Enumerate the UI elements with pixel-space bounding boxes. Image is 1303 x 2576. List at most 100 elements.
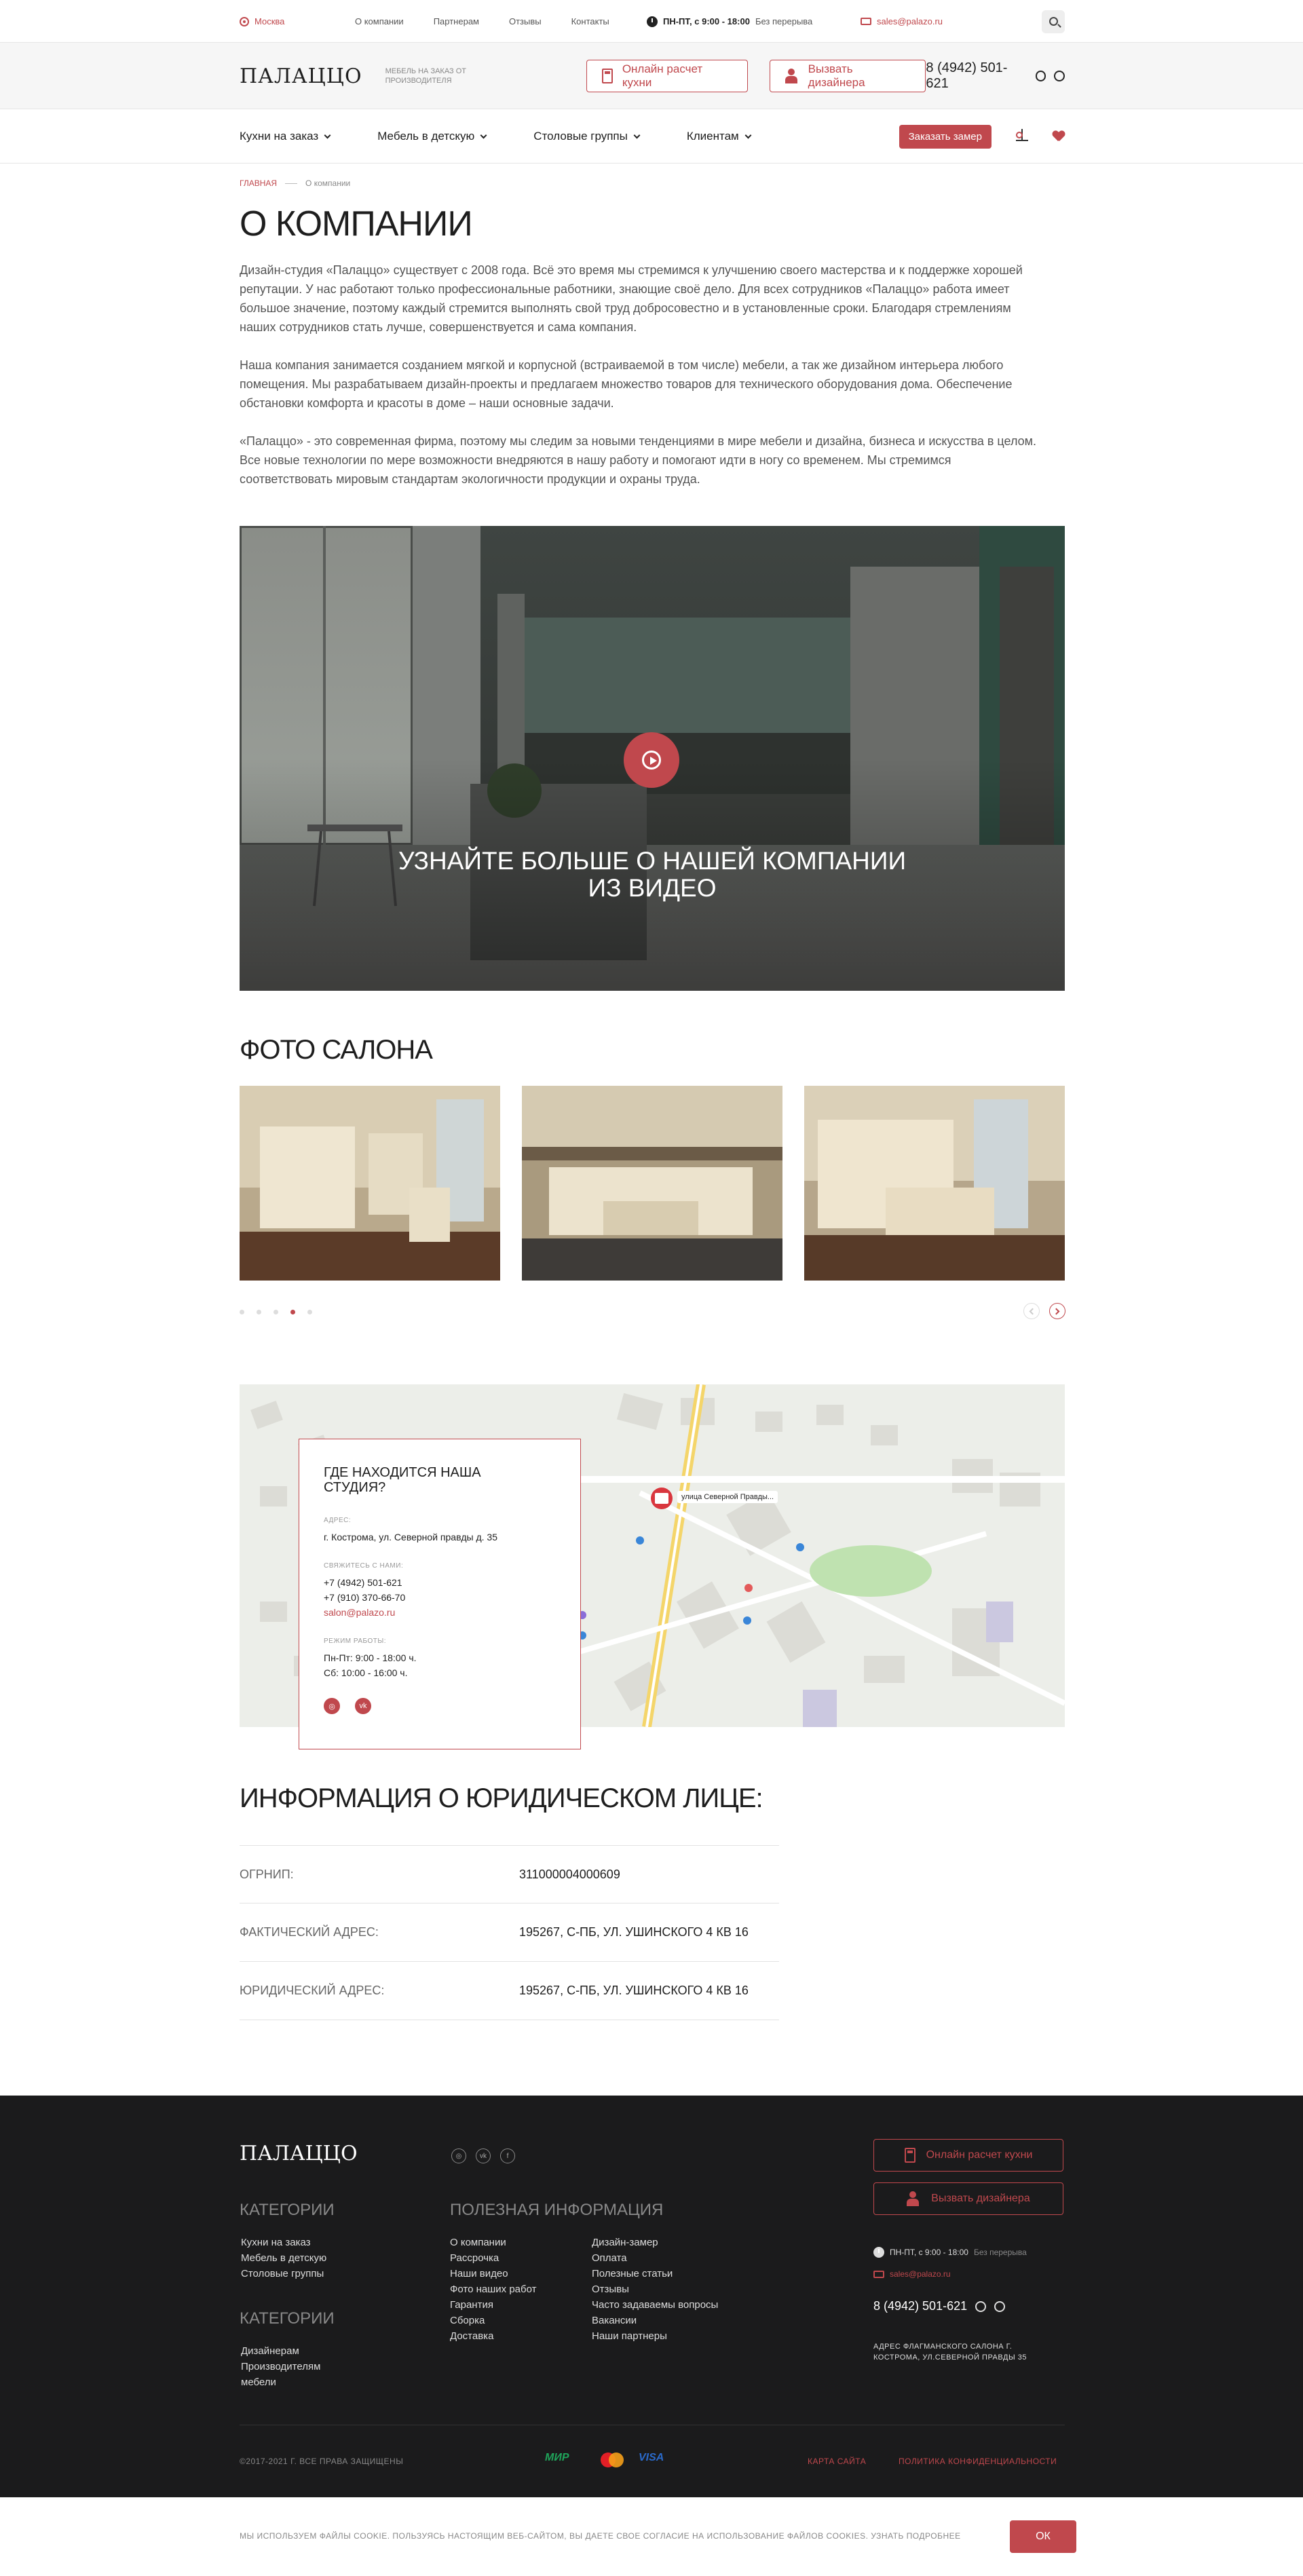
nav-kitchens[interactable]: Кухни на заказ <box>240 130 331 143</box>
visa-logo: VISA <box>639 2452 664 2463</box>
studio-info-title: ГДЕ НАХОДИТСЯ НАША СТУДИЯ? <box>324 1465 481 1495</box>
nav-kids-furniture[interactable]: Мебель в детскую <box>377 130 487 143</box>
legal-row: ФАКТИЧЕСКИЙ АДРЕС: 195267, С-ПБ, ул. Уши… <box>240 1903 779 1962</box>
topnav-reviews[interactable]: Отзывы <box>509 16 542 26</box>
call-designer-button[interactable]: Вызвать дизайнера <box>770 60 926 92</box>
topnav-partners[interactable]: Партнерам <box>434 16 479 26</box>
city-label: Москва <box>254 16 285 26</box>
footer-link[interactable]: Полезные статьи <box>592 2266 718 2281</box>
online-calc-label: Онлайн расчет кухни <box>622 62 703 89</box>
salon-photo[interactable] <box>240 1086 500 1281</box>
whatsapp-icon[interactable] <box>975 2300 987 2312</box>
video-title-line: УЗНАЙТЕ БОЛЬШЕ О НАШЕЙ КОМПАНИИ <box>398 847 907 875</box>
footer-link[interactable]: О компании <box>450 2235 537 2250</box>
nav-kids-label: Мебель в детскую <box>377 130 475 143</box>
footer-call-designer-button[interactable]: Вызвать дизайнера <box>873 2182 1063 2215</box>
footer-logo[interactable]: ПАЛАЦЦО <box>240 2142 358 2165</box>
carousel-prev-button[interactable] <box>1023 1303 1040 1319</box>
footer-link[interactable]: Рассрочка <box>450 2250 537 2266</box>
footer-categories2-list: Дизайнерам Производителям мебели <box>241 2343 320 2390</box>
company-video[interactable]: УЗНАЙТЕ БОЛЬШЕ О НАШЕЙ КОМПАНИИ ИЗ ВИДЕО <box>240 526 1065 991</box>
favorites-heart-icon[interactable] <box>1053 131 1065 142</box>
footer-link[interactable]: Оплата <box>592 2250 718 2266</box>
search-button[interactable] <box>1042 10 1065 33</box>
footer-link[interactable]: Наши видео <box>450 2266 537 2281</box>
footer-link[interactable]: Сборка <box>450 2313 537 2328</box>
carousel-dot[interactable] <box>273 1310 278 1314</box>
carousel-dot[interactable] <box>307 1310 312 1314</box>
footer-link[interactable]: Часто задаваемы вопросы <box>592 2297 718 2313</box>
footer-link[interactable]: Дизайн-замер <box>592 2235 718 2250</box>
nav-clients[interactable]: Клиентам <box>686 130 752 143</box>
logo[interactable]: ПАЛАЦЦО <box>240 64 362 88</box>
studio-email[interactable]: salon@palazo.ru <box>324 1605 556 1620</box>
footer-link[interactable]: Наши партнеры <box>592 2328 718 2344</box>
footer-online-calc-button[interactable]: Онлайн расчет кухни <box>873 2139 1063 2172</box>
topnav-contacts[interactable]: Контакты <box>571 16 609 26</box>
privacy-link[interactable]: Политика конфиденциальности <box>899 2457 1057 2466</box>
video-title-line: ИЗ ВИДЕО <box>588 874 717 902</box>
footer-phone[interactable]: 8 (4942) 501-621 <box>873 2299 967 2313</box>
footer-link[interactable]: Производителям <box>241 2359 320 2374</box>
nav-dining-groups[interactable]: Столовые группы <box>533 130 641 143</box>
footer-link[interactable]: Мебель в детскую <box>241 2250 326 2266</box>
footer-email-text: sales@palazo.ru <box>890 2269 951 2279</box>
play-button[interactable] <box>624 732 679 788</box>
footer-call-designer-label: Вызвать дизайнера <box>931 2193 1030 2204</box>
tagline: Мебель на заказ от производителя <box>385 67 467 85</box>
instagram-icon[interactable]: ◎ <box>324 1698 340 1714</box>
footer-link[interactable]: Гарантия <box>450 2297 537 2313</box>
legal-row: ЮРИДИЧЕСКИЙ АДРЕС: 195267, С-ПБ, ул. Уши… <box>240 1962 779 2020</box>
footer-email[interactable]: sales@palazo.ru <box>873 2269 951 2279</box>
legal-key: ФАКТИЧЕСКИЙ АДРЕС: <box>240 1925 379 1939</box>
footer-link[interactable]: Фото наших работ <box>450 2281 537 2297</box>
email-link[interactable]: sales@palazo.ru <box>861 16 1042 26</box>
topnav-about[interactable]: О компании <box>355 16 404 26</box>
carousel-dot-active[interactable] <box>290 1310 295 1314</box>
vk-icon[interactable]: vk <box>476 2148 491 2163</box>
whatsapp-icon[interactable] <box>1035 71 1046 81</box>
footer-hours-text: ПН-ПТ, с 9:00 - 18:00 <box>890 2248 968 2257</box>
footer-social: ◎ vk f <box>451 2148 515 2163</box>
facebook-icon[interactable]: f <box>500 2148 515 2163</box>
sitemap-link[interactable]: Карта сайта <box>808 2457 866 2466</box>
legal-key: ОГРНИП: <box>240 1867 294 1881</box>
carousel-next-button[interactable] <box>1049 1303 1065 1319</box>
copyright: ©2017-2021 г. Все права защищены <box>240 2457 404 2466</box>
footer-link[interactable]: Дизайнерам <box>241 2343 320 2359</box>
salon-photo[interactable] <box>804 1086 1065 1281</box>
chevron-down-icon <box>744 132 752 138</box>
search-icon <box>1049 17 1058 26</box>
salon-photo-image <box>522 1086 782 1281</box>
order-measure-button[interactable]: Заказать замер <box>899 124 992 149</box>
carousel-dot[interactable] <box>257 1310 261 1314</box>
city-selector[interactable]: Москва <box>240 16 355 26</box>
calculator-icon <box>904 2148 915 2163</box>
footer-link[interactable]: Столовые группы <box>241 2266 326 2281</box>
phone-number[interactable]: 8 (4942) 501-621 <box>926 60 1027 92</box>
footer-link[interactable]: мебели <box>241 2374 320 2390</box>
chevron-right-icon <box>1053 1308 1060 1314</box>
cookie-ok-button[interactable]: ОК <box>1010 2520 1076 2553</box>
viber-icon[interactable] <box>994 2300 1006 2312</box>
compare-icon[interactable] <box>1016 129 1028 141</box>
footer-link[interactable]: Кухни на заказ <box>241 2235 326 2250</box>
footer-link[interactable]: Доставка <box>450 2328 537 2344</box>
map-pin-label[interactable]: улица Северной Правды... <box>677 1491 778 1503</box>
footer-link[interactable]: Вакансии <box>592 2313 718 2328</box>
studio-phone-1[interactable]: +7 (4942) 501-621 <box>324 1575 556 1590</box>
vk-icon[interactable]: vk <box>355 1698 371 1714</box>
carousel-dot[interactable] <box>240 1310 244 1314</box>
studio-phone-2[interactable]: +7 (910) 370-66-70 <box>324 1590 556 1605</box>
instagram-icon[interactable]: ◎ <box>451 2148 466 2163</box>
chevron-left-icon <box>1029 1308 1036 1314</box>
about-text: Дизайн-студия «Палаццо» существует с 200… <box>240 261 1044 508</box>
envelope-icon <box>873 2270 884 2278</box>
salon-photo[interactable] <box>522 1086 782 1281</box>
footer-link[interactable]: Отзывы <box>592 2281 718 2297</box>
chevron-down-icon <box>324 132 331 138</box>
online-calc-button[interactable]: Онлайн расчет кухни <box>586 60 749 92</box>
nav-clients-label: Клиентам <box>686 130 739 143</box>
breadcrumb-home[interactable]: Главная <box>240 178 277 188</box>
viber-icon[interactable] <box>1054 71 1065 81</box>
